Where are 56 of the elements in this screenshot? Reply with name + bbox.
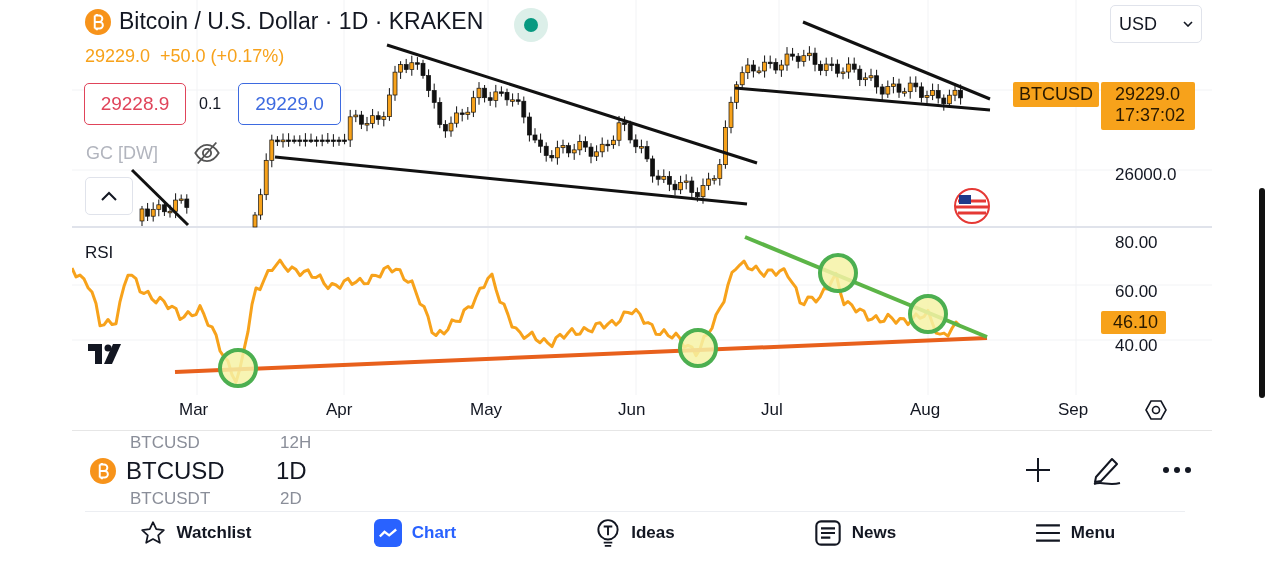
bitcoin-icon <box>85 8 111 35</box>
scrollbar[interactable] <box>1259 188 1265 398</box>
newspaper-icon <box>813 520 842 546</box>
us-flag-icon <box>954 188 990 224</box>
menu-icon <box>1034 522 1061 544</box>
price-axis-label: 26000.0 <box>1115 165 1177 184</box>
lightbulb-icon <box>595 518 622 548</box>
price-change: +50.0 (+0.17%) <box>160 46 285 66</box>
collapse-button[interactable] <box>85 177 133 215</box>
time-axis-label: Jun <box>618 400 646 419</box>
nav-tab[interactable]: Menu <box>965 512 1185 554</box>
bitcoin-icon <box>90 458 116 484</box>
time-axis-label: Sep <box>1058 400 1089 419</box>
symbol-name[interactable]: BTCUSD <box>126 457 266 485</box>
chevron-down-icon <box>1183 21 1193 27</box>
nav-tab[interactable]: Watchlist <box>85 512 305 554</box>
spread-value: 0.1 <box>199 95 222 112</box>
nav-tab[interactable]: Ideas <box>525 512 745 554</box>
rsi-axis-label: 80.00 <box>1115 233 1158 252</box>
time-axis-label: Aug <box>910 400 941 419</box>
trend-line <box>130 168 190 227</box>
chart-title: Bitcoin / U.S. Dollar · 1D · KRAKEN <box>119 8 484 35</box>
nav-tab[interactable]: Chart <box>305 512 525 554</box>
tradingview-logo <box>88 344 121 364</box>
rsi-label: RSI <box>85 243 114 262</box>
rsi-axis-label: 40.00 <box>1115 336 1158 355</box>
last-price: 29229.0 <box>85 46 151 66</box>
highlight-circle <box>818 253 858 293</box>
time-axis-label: Mar <box>179 400 209 419</box>
indicator-label: GC [DW] <box>86 143 158 163</box>
time-axis-label: May <box>470 400 503 419</box>
highlight-circle <box>218 348 258 388</box>
time-axis-label: Jul <box>761 400 783 419</box>
status-dot-icon <box>514 8 548 42</box>
chart-icon <box>373 519 402 547</box>
chevron-up-icon <box>100 191 118 201</box>
plus-icon <box>1024 456 1052 484</box>
settings-icon[interactable] <box>1144 398 1168 422</box>
add-button[interactable] <box>1024 456 1052 484</box>
rsi-axis-label: 60.00 <box>1115 282 1158 301</box>
time-axis-label: Apr <box>326 400 353 419</box>
star-icon <box>138 520 167 546</box>
eye-off-icon[interactable] <box>193 140 221 166</box>
symbol-tag: BTCUSD <box>1013 82 1099 107</box>
more-icon <box>1162 466 1192 474</box>
more-button[interactable] <box>1162 466 1192 474</box>
rsi-value-tag: 46.10 <box>1101 311 1167 334</box>
currency-dropdown[interactable]: USD <box>1110 5 1202 43</box>
highlight-circle <box>678 328 718 368</box>
price-tag: 29229.0 17:37:02 <box>1101 82 1196 130</box>
buy-price-button[interactable]: 29229.0 <box>238 83 341 125</box>
nav-tab[interactable]: News <box>745 512 965 554</box>
interval-label[interactable]: 1D <box>276 457 336 485</box>
sell-price-button[interactable]: 29228.9 <box>84 83 186 125</box>
highlight-circle <box>908 294 948 334</box>
candlestick-series <box>139 192 190 227</box>
